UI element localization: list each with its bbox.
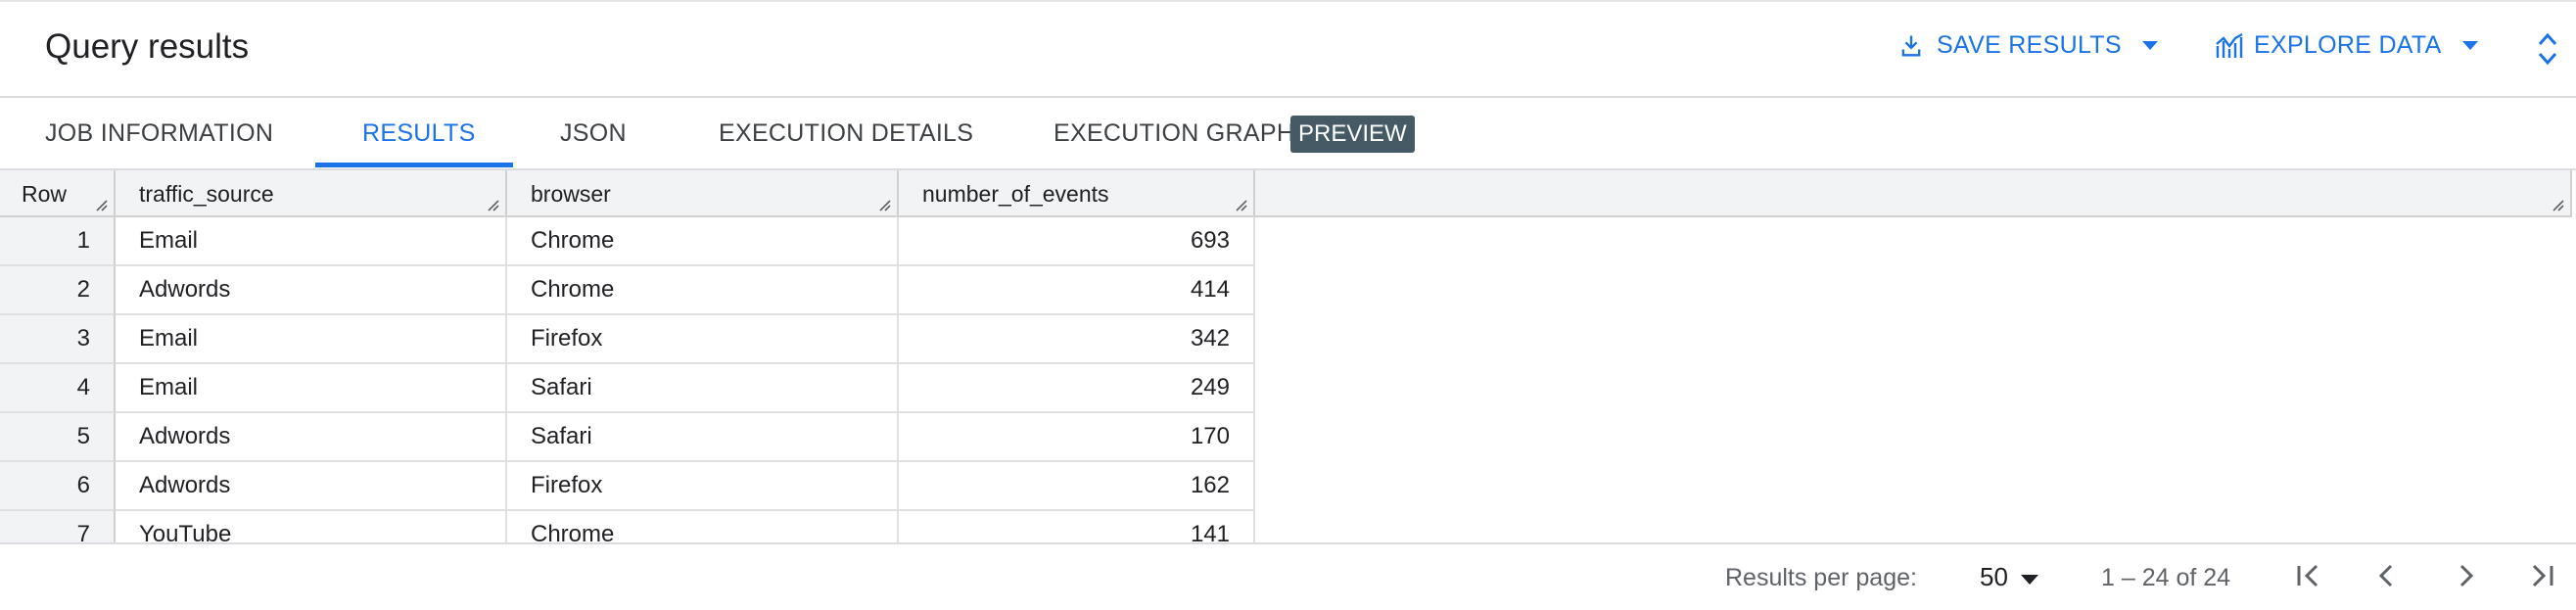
- save-results-label: SAVE RESULTS: [1937, 31, 2122, 59]
- caret-down-icon: [2020, 562, 2039, 592]
- column-header-label: number_of_events: [922, 181, 1109, 207]
- tab-execution-details[interactable]: EXECUTION DETAILS: [719, 98, 973, 168]
- column-header-filler: [1255, 170, 2572, 217]
- cell-browser[interactable]: Chrome: [507, 266, 899, 315]
- cell-traffic-source[interactable]: Adwords: [116, 266, 507, 315]
- expand-collapse-icon[interactable]: [2536, 29, 2559, 73]
- cell-traffic-source[interactable]: Adwords: [116, 413, 507, 462]
- results-table: Row traffic_source browser number_of_eve…: [0, 170, 2576, 542]
- first-page-icon[interactable]: [2291, 558, 2326, 598]
- cell-browser[interactable]: Safari: [507, 364, 899, 413]
- cell-browser[interactable]: Chrome: [507, 511, 899, 542]
- cell-traffic-source[interactable]: Email: [116, 315, 507, 364]
- cell-number-of-events[interactable]: 170: [899, 413, 1255, 462]
- caret-down-icon: [2141, 40, 2159, 52]
- resize-handle-icon[interactable]: [94, 198, 108, 211]
- row-number: 7: [0, 511, 116, 542]
- column-header-label: Row: [22, 181, 68, 207]
- page-range-text: 1 – 24 of 24: [2101, 564, 2231, 591]
- page-title: Query results: [45, 27, 250, 66]
- active-tab-indicator: [315, 163, 513, 167]
- cell-number-of-events[interactable]: 141: [899, 511, 1255, 542]
- cell-number-of-events[interactable]: 414: [899, 266, 1255, 315]
- cell-traffic-source[interactable]: Email: [116, 217, 507, 266]
- resize-handle-icon[interactable]: [2551, 198, 2564, 211]
- column-header-traffic-source[interactable]: traffic_source: [116, 170, 507, 217]
- row-number: 1: [0, 217, 116, 266]
- download-icon: [1897, 32, 1925, 60]
- resize-handle-icon[interactable]: [877, 198, 891, 211]
- tab-json[interactable]: JSON: [560, 98, 627, 168]
- row-number: 2: [0, 266, 116, 315]
- caret-down-icon: [2461, 40, 2479, 52]
- last-page-icon[interactable]: [2524, 558, 2559, 598]
- results-per-page-label: Results per page:: [1725, 564, 1917, 591]
- cell-number-of-events[interactable]: 342: [899, 315, 1255, 364]
- column-header-label: traffic_source: [139, 181, 274, 207]
- row-number: 5: [0, 413, 116, 462]
- tab-execution-graph[interactable]: EXECUTION GRAPH: [1054, 98, 1294, 168]
- next-page-icon[interactable]: [2448, 558, 2483, 598]
- column-header-number-of-events[interactable]: number_of_events: [899, 170, 1255, 217]
- chart-icon: [2215, 32, 2244, 60]
- resize-handle-icon[interactable]: [1234, 198, 1247, 211]
- save-results-button[interactable]: SAVE RESULTS: [1897, 31, 2159, 60]
- column-header-row[interactable]: Row: [0, 170, 116, 217]
- column-header-label: browser: [531, 181, 611, 207]
- explore-data-label: EXPLORE DATA: [2254, 31, 2442, 59]
- cell-number-of-events[interactable]: 249: [899, 364, 1255, 413]
- results-tabs: JOB INFORMATION RESULTS JSON EXECUTION D…: [0, 98, 2576, 170]
- cell-browser[interactable]: Firefox: [507, 462, 899, 511]
- column-header-browser[interactable]: browser: [507, 170, 899, 217]
- cell-traffic-source[interactable]: Adwords: [116, 462, 507, 511]
- cell-browser[interactable]: Safari: [507, 413, 899, 462]
- results-per-page-select[interactable]: 50: [1980, 562, 2039, 592]
- row-number: 4: [0, 364, 116, 413]
- tab-results[interactable]: RESULTS: [362, 98, 476, 168]
- resize-handle-icon[interactable]: [486, 198, 499, 211]
- cell-number-of-events[interactable]: 693: [899, 217, 1255, 266]
- cell-browser[interactable]: Chrome: [507, 217, 899, 266]
- prev-page-icon[interactable]: [2369, 558, 2405, 598]
- tab-job-information[interactable]: JOB INFORMATION: [45, 98, 273, 168]
- cell-traffic-source[interactable]: YouTube: [116, 511, 507, 542]
- pagination-bar: Results per page: 50 1 – 24 of 24: [0, 542, 2576, 610]
- cell-browser[interactable]: Firefox: [507, 315, 899, 364]
- per-page-value: 50: [1980, 562, 2008, 591]
- row-number: 6: [0, 462, 116, 511]
- explore-data-button[interactable]: EXPLORE DATA: [2215, 31, 2479, 60]
- cell-number-of-events[interactable]: 162: [899, 462, 1255, 511]
- preview-badge: PREVIEW: [1290, 116, 1415, 153]
- results-header: Query results SAVE RESULTS EXPLORE DATA: [0, 2, 2576, 98]
- row-number: 3: [0, 315, 116, 364]
- cell-traffic-source[interactable]: Email: [116, 364, 507, 413]
